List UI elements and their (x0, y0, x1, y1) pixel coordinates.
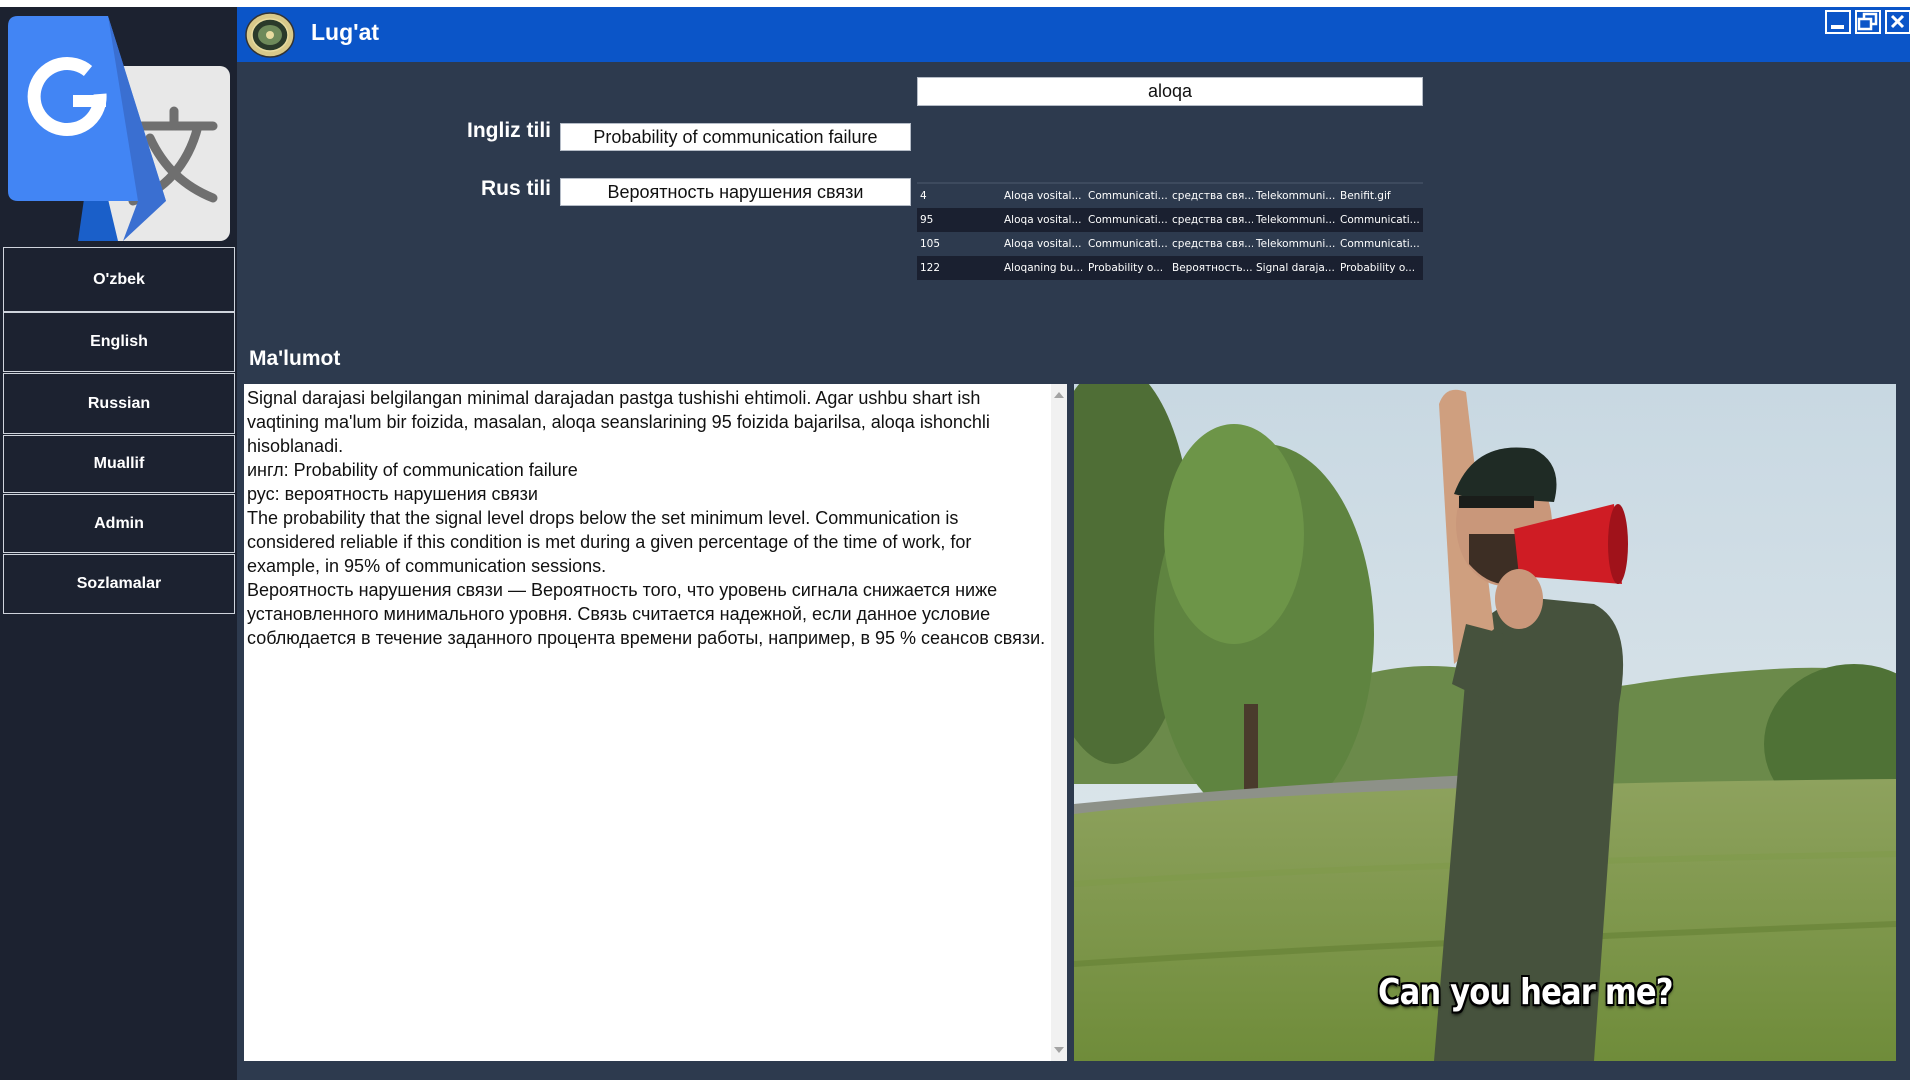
table-cell: Aloqa vosital... (1004, 214, 1082, 226)
sidebar-item-label: English (90, 333, 148, 350)
media-image: Can you hear me? (1074, 384, 1896, 1061)
sidebar-item-label: O'zbek (93, 270, 145, 288)
table-row[interactable]: 122 Aloqaning bu... Probability o... Вер… (917, 256, 1423, 280)
title-bar: Lug'at (237, 7, 1911, 62)
table-cell: Вероятность... (1172, 262, 1253, 274)
sidebar-item-admin[interactable]: Admin (3, 494, 235, 553)
scroll-down-icon[interactable] (1054, 1047, 1064, 1053)
gif-scene (1074, 384, 1896, 1061)
sidebar-item-russian[interactable]: Russian (3, 373, 235, 434)
info-textbox[interactable]: Signal darajasi belgilangan minimal dara… (244, 384, 1067, 1061)
table-row[interactable]: 95 Aloqa vosital... Communicati... средс… (917, 208, 1423, 232)
russian-label: Rus tili (480, 177, 551, 200)
table-cell: 95 (920, 214, 934, 226)
minimize-icon (1831, 25, 1844, 29)
table-cell: Communicati... (1088, 214, 1168, 226)
table-cell: Aloqa vosital... (1004, 190, 1082, 202)
table-cell: Probability o... (1088, 262, 1164, 274)
sidebar-item-label: Russian (87, 394, 151, 412)
app-window: O'zbek English Russian Muallif Admin Soz… (0, 7, 1911, 1080)
russian-value: Вероятность нарушения связи (607, 181, 864, 202)
table-cell: Telekommuni... (1256, 190, 1336, 202)
table-row[interactable]: 4 Aloqa vosital... Communicati... средст… (917, 184, 1423, 208)
table-cell: 105 (920, 238, 941, 250)
table-cell: Benifit.gif (1340, 190, 1391, 202)
table-cell: средства свя... (1172, 190, 1253, 202)
table-cell: Communicati... (1340, 238, 1420, 250)
sidebar-item-label: Admin (94, 514, 144, 532)
google-translate-logo (8, 16, 230, 241)
restore-button[interactable] (1855, 10, 1881, 34)
info-text: Signal darajasi belgilangan minimal dara… (247, 388, 1046, 648)
russian-field[interactable]: Вероятность нарушения связи (560, 178, 911, 206)
english-value: Probability of communication failure (593, 126, 878, 147)
search-input[interactable] (917, 77, 1423, 106)
english-label: Ingliz tili (467, 119, 551, 142)
table-cell: 122 (920, 262, 941, 274)
scroll-up-icon[interactable] (1054, 392, 1064, 398)
table-cell: 4 (920, 190, 927, 202)
table-cell: Probability o... (1340, 262, 1416, 274)
sidebar-item-label: Sozlamalar (76, 575, 162, 592)
sidebar: O'zbek English Russian Muallif Admin Soz… (0, 7, 237, 1080)
scrollbar[interactable] (1051, 384, 1067, 1061)
table-cell: Aloqaning bu... (1004, 262, 1084, 274)
sidebar-item-ozbek[interactable]: O'zbek (3, 247, 235, 312)
window-title: Lug'at (311, 19, 380, 45)
table-cell: Telekommuni... (1256, 214, 1336, 226)
table-cell: Communicati... (1088, 190, 1168, 202)
sidebar-item-label: Muallif (93, 455, 145, 472)
sidebar-item-muallif[interactable]: Muallif (3, 435, 235, 493)
sidebar-item-english[interactable]: English (3, 312, 235, 372)
emblem-icon (245, 12, 295, 58)
info-heading: Ma'lumot (249, 347, 341, 370)
results-table[interactable]: 4 Aloqa vosital... Communicati... средст… (917, 182, 1423, 280)
table-cell: Telekommuni... (1256, 238, 1336, 250)
table-cell: Aloqa vosital... (1004, 238, 1082, 250)
close-icon (1890, 14, 1905, 29)
table-row[interactable]: 105 Aloqa vosital... Communicati... сред… (917, 232, 1423, 256)
english-field[interactable]: Probability of communication failure (560, 123, 911, 151)
sidebar-item-sozlamalar[interactable]: Sozlamalar (3, 554, 235, 614)
restore-icon (1857, 12, 1878, 31)
table-cell: Communicati... (1088, 238, 1168, 250)
table-cell: Communicati... (1340, 214, 1420, 226)
minimize-button[interactable] (1825, 10, 1851, 34)
table-cell: Signal daraja... (1256, 262, 1335, 274)
table-cell: средства свя... (1172, 214, 1253, 226)
close-button[interactable] (1885, 10, 1911, 34)
table-cell: средства свя... (1172, 238, 1253, 250)
media-caption: Can you hear me? (1378, 972, 1674, 1013)
